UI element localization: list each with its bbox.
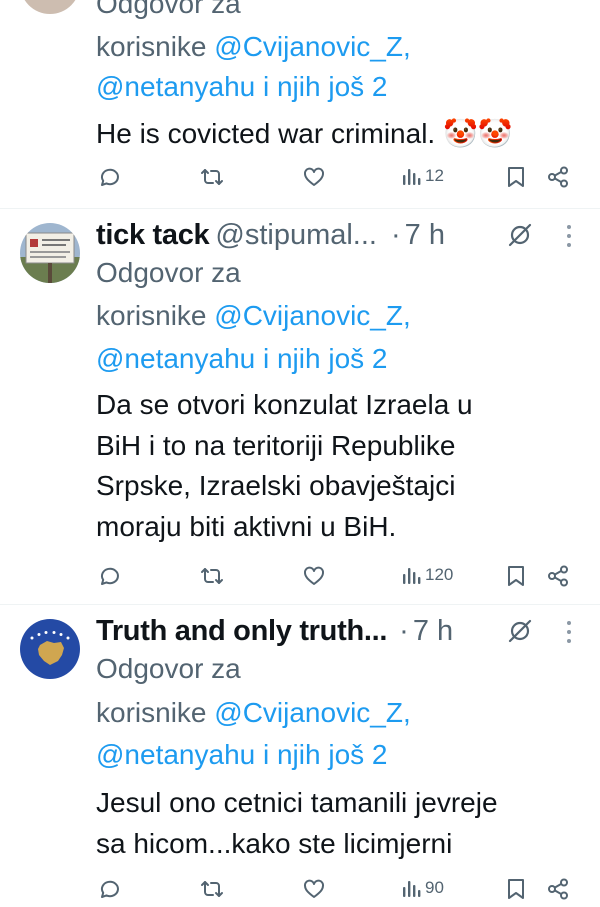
tweet[interactable]: Truth and only truth... · 7 h Odgovor za… bbox=[0, 605, 600, 900]
reply-icon bbox=[100, 168, 119, 186]
avatar[interactable] bbox=[20, 223, 80, 283]
views-button[interactable]: 12 bbox=[402, 165, 444, 187]
tweet-text-line: He is covicted war criminal. 🤡🤡 bbox=[96, 118, 513, 149]
reply-prefix: Odgovor za bbox=[96, 257, 241, 288]
view-count: 90 bbox=[425, 878, 444, 897]
views-icon bbox=[403, 881, 421, 897]
avatar[interactable] bbox=[20, 619, 80, 679]
reply-icon bbox=[100, 567, 119, 585]
reply-recipients: korisnike @Cvijanovic_Z, bbox=[96, 294, 411, 338]
mention-link[interactable]: @netanyahu i njih još 2 bbox=[96, 343, 388, 374]
author-name[interactable]: Truth and only truth... bbox=[96, 615, 387, 648]
reply-button[interactable] bbox=[97, 165, 121, 189]
mention-link[interactable]: @Cvijanovic_Z, bbox=[214, 31, 410, 62]
bookmark-icon bbox=[508, 566, 524, 586]
views-button[interactable]: 120 bbox=[402, 564, 453, 586]
reply-label: korisnike bbox=[96, 31, 215, 62]
reply-context: Odgovor za bbox=[96, 647, 241, 691]
tweet-text-line: Srpske, Izraelski obavještajci bbox=[96, 470, 456, 501]
reply-recipients-more: @netanyahu i njih još 2 bbox=[96, 733, 388, 777]
bookmark-icon bbox=[508, 167, 524, 187]
reply-recipients-more: @netanyahu i njih još 2 bbox=[96, 65, 388, 109]
view-count: 120 bbox=[425, 565, 454, 584]
bookmark-button[interactable] bbox=[506, 165, 526, 189]
bookmark-icon bbox=[508, 879, 524, 899]
kosovo-flag-avatar bbox=[20, 619, 80, 679]
heart-icon bbox=[304, 566, 324, 585]
separator-dot: · bbox=[399, 614, 409, 647]
reply-recipients-more: @netanyahu i njih još 2 bbox=[96, 337, 388, 381]
view-count: 12 bbox=[425, 166, 444, 185]
reply-prefix: Odgovor za bbox=[96, 653, 241, 684]
retweet-icon bbox=[201, 568, 223, 584]
more-options-icon[interactable] bbox=[564, 223, 574, 249]
reply-icon bbox=[100, 880, 119, 898]
avatar-photo bbox=[20, 223, 80, 283]
views-icon bbox=[403, 169, 421, 185]
share-icon bbox=[548, 878, 568, 900]
more-options-icon[interactable] bbox=[564, 619, 574, 645]
reply-button[interactable] bbox=[97, 877, 121, 901]
tweet-actions: 90 bbox=[0, 877, 600, 907]
retweet-icon bbox=[201, 169, 223, 185]
like-button[interactable] bbox=[302, 877, 326, 901]
heart-icon bbox=[304, 879, 324, 898]
reply-label: korisnike bbox=[96, 697, 215, 728]
mention-link[interactable]: @Cvijanovic_Z, bbox=[214, 300, 410, 331]
share-button[interactable] bbox=[546, 564, 570, 588]
timestamp[interactable]: 7 h bbox=[405, 219, 445, 252]
share-icon bbox=[548, 166, 568, 188]
tweet-text: Jesul ono cetnici tamanili jevreje sa hi… bbox=[96, 782, 498, 864]
mention-link[interactable]: @Cvijanovic_Z, bbox=[214, 697, 410, 728]
tweet-text-line: sa hicom...kako ste licimjerni bbox=[96, 828, 453, 859]
like-button[interactable] bbox=[302, 564, 326, 588]
tweet[interactable]: tick tack @stipumal... · 7 h Odgovor za … bbox=[0, 209, 600, 604]
tweet-text-line: Jesul ono cetnici tamanili jevreje bbox=[96, 787, 498, 818]
retweet-button[interactable] bbox=[199, 877, 225, 901]
mention-link[interactable]: @netanyahu i njih još 2 bbox=[96, 71, 388, 102]
grok-icon[interactable] bbox=[507, 222, 533, 248]
reply-recipients: korisnike @Cvijanovic_Z, bbox=[96, 25, 411, 69]
retweet-button[interactable] bbox=[199, 564, 225, 588]
share-button[interactable] bbox=[546, 877, 570, 901]
tweet-text-line: moraju biti aktivni u BiH. bbox=[96, 510, 397, 542]
reply-label: korisnike bbox=[96, 300, 215, 331]
tweet[interactable]: Odgovor za korisnike @Cvijanovic_Z, @net… bbox=[0, 0, 600, 208]
bookmark-button[interactable] bbox=[506, 564, 526, 588]
bookmark-button[interactable] bbox=[506, 877, 526, 901]
views-icon bbox=[403, 568, 421, 584]
separator-dot: · bbox=[390, 218, 401, 251]
tweet-text-line: Da se otvori konzulat Izraela u bbox=[96, 389, 473, 420]
reply-prefix: Odgovor za bbox=[96, 0, 241, 19]
grok-icon[interactable] bbox=[507, 618, 533, 644]
author-name[interactable]: tick tack bbox=[96, 219, 210, 252]
retweet-icon bbox=[201, 881, 223, 897]
reply-button[interactable] bbox=[97, 564, 121, 588]
retweet-button[interactable] bbox=[199, 165, 225, 189]
heart-icon bbox=[304, 167, 324, 186]
avatar[interactable] bbox=[20, 0, 80, 14]
tweet-actions: 12 bbox=[0, 165, 600, 195]
tweet-text: Da se otvori konzulat Izraela u BiH i to… bbox=[96, 385, 473, 547]
reply-recipients: korisnike @Cvijanovic_Z, bbox=[96, 691, 411, 735]
share-button[interactable] bbox=[546, 165, 570, 189]
mention-link[interactable]: @netanyahu i njih još 2 bbox=[96, 739, 388, 770]
timestamp[interactable]: 7 h bbox=[413, 615, 453, 648]
tweet-text-line: BiH i to na teritoriji Republike bbox=[96, 429, 456, 461]
views-button[interactable]: 90 bbox=[402, 877, 444, 899]
reply-context: Odgovor za bbox=[96, 251, 241, 295]
reply-context: Odgovor za bbox=[96, 0, 241, 26]
tweet-text: He is covicted war criminal. 🤡🤡 bbox=[96, 114, 513, 154]
like-button[interactable] bbox=[302, 165, 326, 189]
share-icon bbox=[548, 565, 568, 587]
tweet-actions: 120 bbox=[0, 564, 600, 594]
author-handle[interactable]: @stipumal... bbox=[215, 219, 377, 252]
